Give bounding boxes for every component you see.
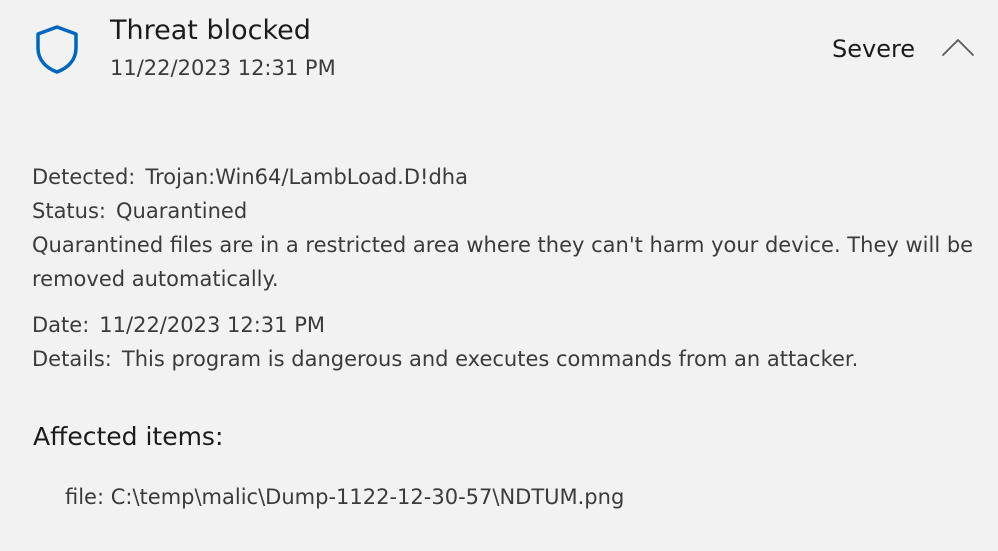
status-label: Status: <box>32 199 106 223</box>
date-label: Date: <box>32 313 90 337</box>
details-label: Details: <box>32 347 112 371</box>
shield-icon <box>36 25 78 74</box>
chevron-up-icon[interactable] <box>940 34 976 60</box>
status-row: Status: Quarantined <box>32 194 982 228</box>
severity-label: Severe <box>832 35 916 63</box>
affected-item: file: C:\temp\malic\Dump-1122-12-30-57\N… <box>65 485 625 509</box>
threat-details: Detected: Trojan:Win64/LambLoad.D!dha Sta… <box>32 160 982 376</box>
date-value: 11/22/2023 12:31 PM <box>99 313 325 337</box>
date-row: Date: 11/22/2023 12:31 PM <box>32 308 982 342</box>
detected-value: Trojan:Win64/LambLoad.D!dha <box>145 165 468 189</box>
status-value: Quarantined <box>116 199 248 223</box>
affected-items-heading: Affected items: <box>33 422 224 451</box>
detected-row: Detected: Trojan:Win64/LambLoad.D!dha <box>32 160 982 194</box>
threat-header[interactable]: Threat blocked 11/22/2023 12:31 PM Sever… <box>0 0 998 100</box>
status-description: Quarantined files are in a restricted ar… <box>32 233 974 291</box>
threat-timestamp: 11/22/2023 12:31 PM <box>110 56 336 80</box>
threat-title: Threat blocked <box>110 15 311 46</box>
details-value: This program is dangerous and executes c… <box>121 347 859 371</box>
detected-label: Detected: <box>32 165 136 189</box>
details-row: Details: This program is dangerous and ex… <box>32 342 982 376</box>
